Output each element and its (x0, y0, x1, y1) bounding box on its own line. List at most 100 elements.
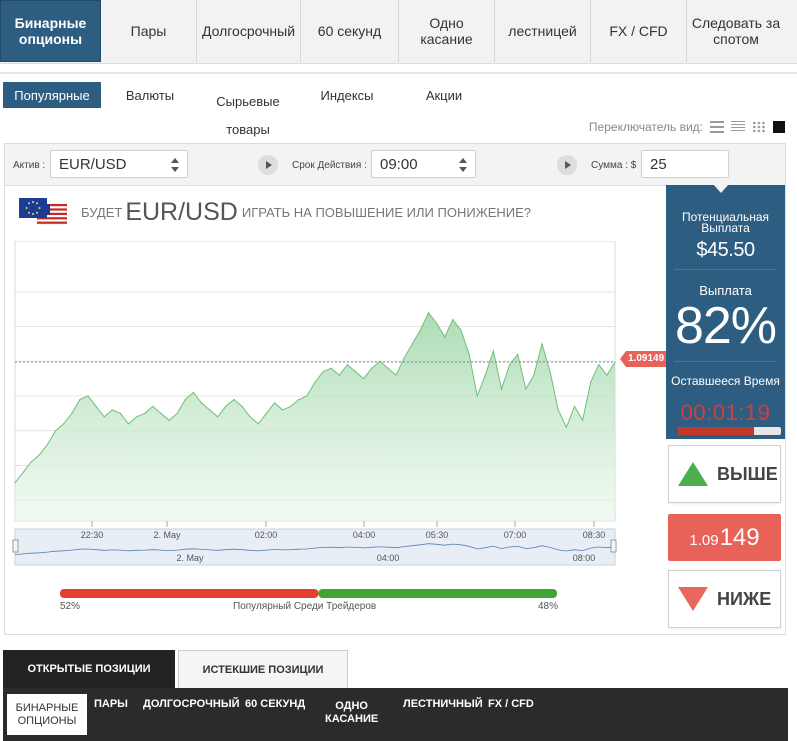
x-tick-label: 08:30 (583, 530, 606, 540)
view-switcher-label: Переключатель вид: (588, 120, 703, 134)
panel-notch (713, 184, 729, 193)
price-point (484, 374, 486, 376)
tab-ladder[interactable]: лестницей (495, 0, 591, 62)
navigator-tick-label: 2. May (176, 553, 204, 563)
filter-pairs[interactable]: ПАРЫ (94, 698, 128, 711)
remaining-time-label: Оставшееся Время (671, 374, 780, 388)
current-price-display: 1.09 149 (668, 514, 781, 561)
asset-select[interactable]: EUR/USD (50, 150, 188, 178)
tab-long-term[interactable]: Долгосрочный (197, 0, 301, 62)
call-up-button[interactable]: ВЫШЕ (668, 445, 781, 503)
popularity-bar-buy (318, 589, 557, 598)
filter-60-seconds[interactable]: 60 СЕКУНД (245, 698, 305, 711)
category-indices[interactable]: Индексы (310, 82, 384, 108)
price-point (22, 471, 24, 473)
grid-view-icon[interactable] (752, 121, 766, 133)
current-price-label: 1.09149 (628, 353, 665, 364)
amount-label: Сумма : $ (591, 160, 637, 171)
view-switcher: Переключатель вид: (589, 120, 785, 134)
price-point (573, 405, 576, 408)
filter-fx-cfd[interactable]: FX / CFD (488, 698, 534, 711)
price-point (590, 381, 592, 383)
filter-binary-options[interactable]: БИНАРНЫЕ ОПЦИОНЫ (7, 694, 87, 735)
price-point (606, 374, 608, 376)
filter-long-term[interactable]: ДОЛГОСРОЧНЫЙ (143, 698, 240, 711)
price-point (257, 423, 259, 425)
price-point (581, 419, 584, 421)
tab-follow-spot[interactable]: Следовать за спотом (687, 0, 785, 62)
price-point (152, 405, 154, 408)
chart-canvas: 1.092501.092001.091501.091001.090501.090… (12, 241, 617, 566)
price-point (460, 329, 462, 331)
expiry-select-value: 09:00 (380, 155, 418, 173)
full-view-icon[interactable] (773, 121, 785, 133)
price-point (387, 367, 389, 369)
price-point (38, 454, 40, 456)
price-point (549, 371, 551, 373)
navigator-handle-right[interactable] (610, 539, 617, 553)
potential-payout-label: Потенциальная Выплата (682, 210, 769, 235)
tab-binary-options[interactable]: Бинарные опционы (0, 0, 101, 62)
category-popular[interactable]: Популярные (3, 82, 101, 108)
tab-expired-positions[interactable]: ИСТЕКШИЕ ПОЗИЦИИ (178, 650, 348, 688)
payout-panel: Потенциальная Выплата $45.50 Выплата 82%… (666, 184, 785, 439)
amount-input-value: 25 (650, 155, 667, 173)
popularity-left-percent: 52% (60, 601, 81, 612)
price-point (436, 322, 438, 324)
filter-ladder[interactable]: ЛЕСТНИЧНЫЙ (403, 698, 483, 711)
tab-open-positions[interactable]: ОТКРЫТЫЕ ПОЗИЦИИ (3, 650, 175, 688)
price-point (160, 412, 162, 414)
price-point (176, 412, 178, 414)
price-point (71, 412, 73, 414)
expiry-label: Срок Действия : (292, 160, 367, 171)
price-point (249, 416, 251, 418)
price-point (225, 405, 227, 408)
price-point (395, 374, 397, 376)
question-suffix: ИГРАТЬ НА ПОВЫШЕНИЕ ИЛИ ПОНИЖЕНИЕ? (241, 204, 531, 220)
price-point (14, 482, 16, 484)
price-point (217, 416, 219, 418)
x-tick-label: 2. May (153, 530, 181, 540)
price-point (338, 374, 340, 376)
price-point (144, 412, 146, 414)
price-point (452, 319, 454, 321)
popularity-bar-sell (60, 589, 319, 598)
time-progress-bar (678, 427, 781, 435)
question-prefix: БУДЕТ (81, 204, 123, 220)
price-point (517, 353, 519, 355)
time-progress-fill (678, 427, 755, 435)
popularity-label: Популярный Среди Трейдеров (233, 601, 377, 612)
expiry-select[interactable]: 09:00 (371, 150, 476, 178)
price-point (557, 409, 559, 411)
price-point (468, 353, 470, 355)
filter-one-touch[interactable]: ОДНО КАСАНИЕ (325, 700, 378, 726)
positions-filter-bar: БИНАРНЫЕ ОПЦИОНЫ ПАРЫ ДОЛГОСРОЧНЫЙ 60 СЕ… (3, 688, 788, 741)
price-point (346, 364, 349, 366)
popularity-bar (60, 589, 557, 598)
list-view-icon[interactable] (710, 121, 724, 133)
panel-divider (674, 269, 777, 270)
arrow-up-icon (678, 462, 708, 486)
price-point (306, 395, 308, 397)
play-icon[interactable] (258, 155, 278, 175)
price-point (298, 398, 300, 401)
put-down-button[interactable]: НИЖЕ (668, 570, 781, 628)
play-icon[interactable] (557, 155, 577, 175)
price-point (241, 405, 243, 408)
category-commodities[interactable]: Сырьевые товары (204, 82, 292, 137)
product-tabs: Бинарные опционы Пары Долгосрочный 60 се… (0, 0, 797, 64)
price-point (427, 312, 430, 314)
category-currencies[interactable]: Валюты (112, 82, 188, 108)
price-point (403, 357, 405, 359)
eu-us-flag-icon (19, 198, 67, 225)
price-point (476, 395, 478, 397)
navigator-handle-left[interactable] (12, 539, 19, 553)
tab-pairs[interactable]: Пары (101, 0, 197, 62)
tab-60-seconds[interactable]: 60 секунд (301, 0, 399, 62)
tab-fx-cfd[interactable]: FX / CFD (591, 0, 687, 62)
price-point (411, 343, 413, 345)
tab-one-touch[interactable]: Одно касание (399, 0, 495, 62)
category-stocks[interactable]: Акции (412, 82, 476, 108)
amount-input[interactable]: 25 (641, 150, 729, 178)
compact-list-view-icon[interactable] (731, 121, 745, 133)
